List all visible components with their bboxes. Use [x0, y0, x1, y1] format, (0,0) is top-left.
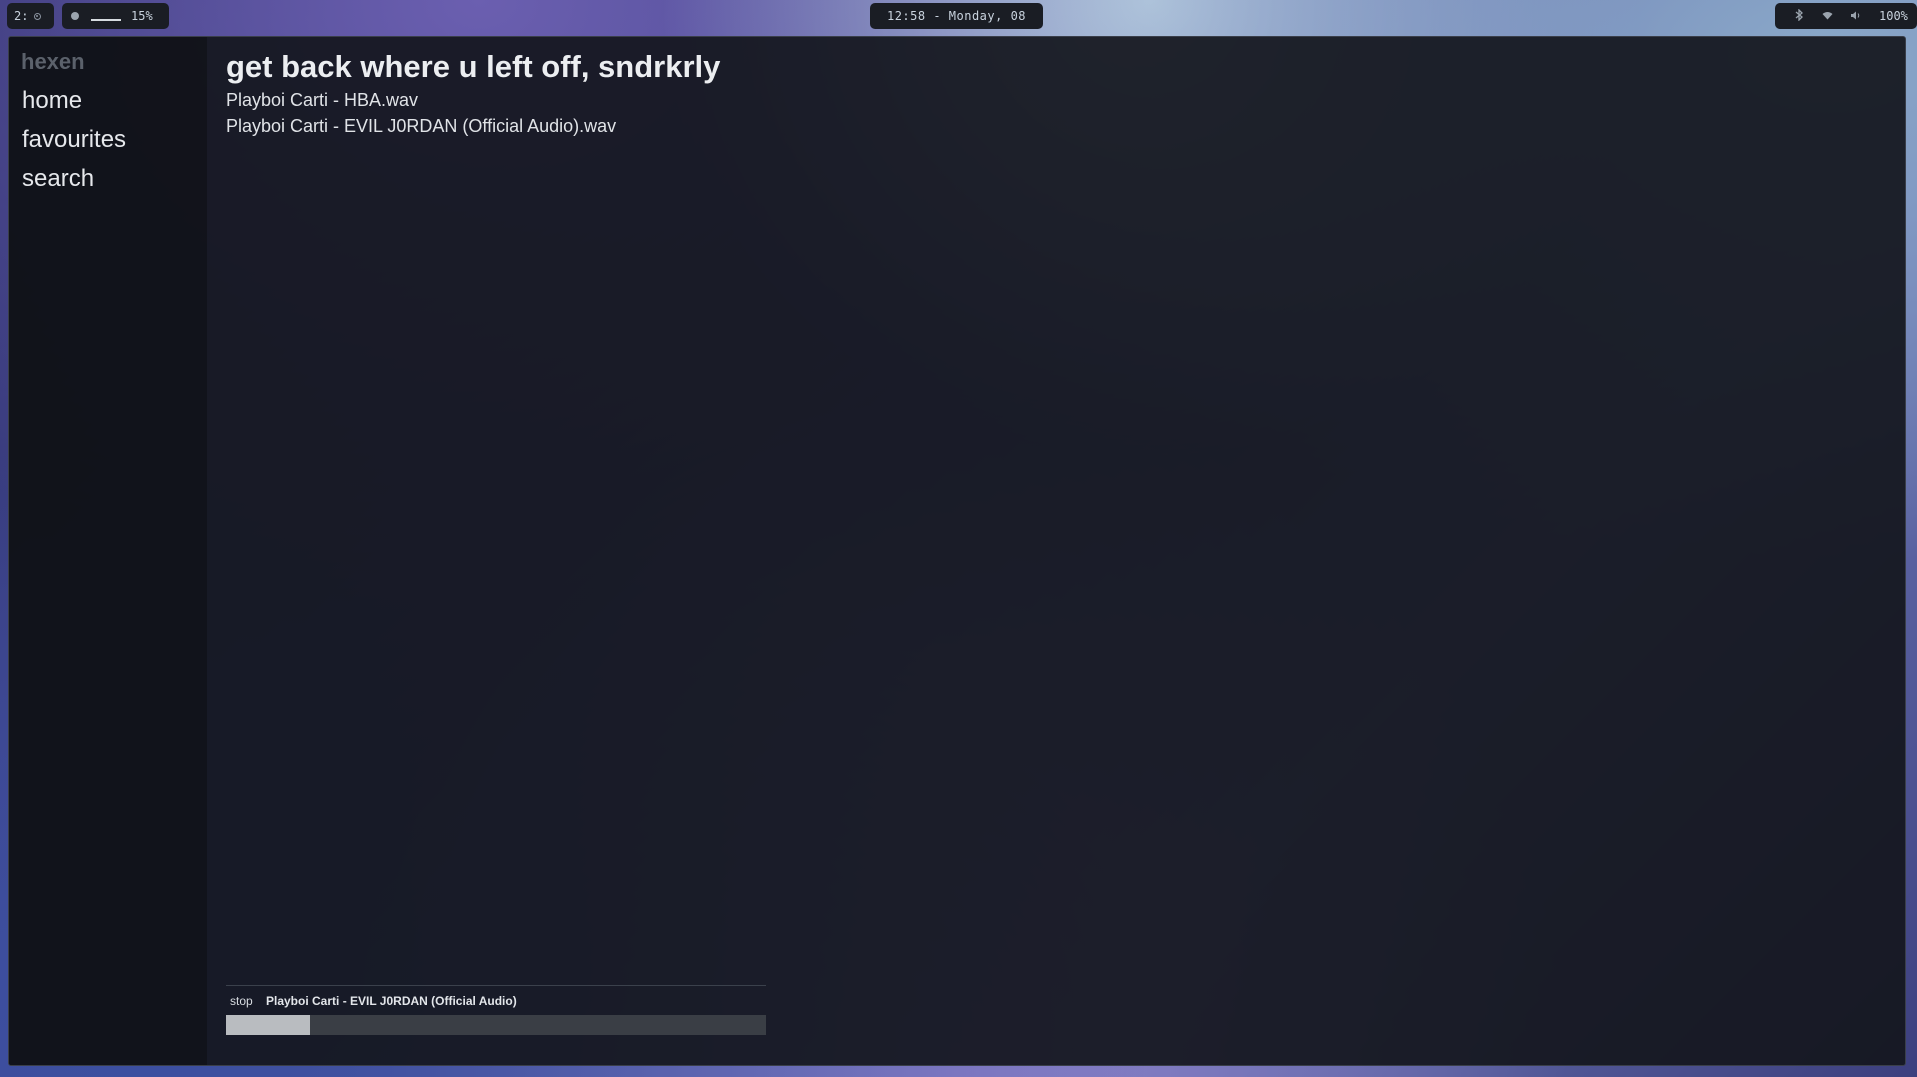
stop-button[interactable]: stop	[230, 994, 253, 1008]
app-name: hexen	[21, 49, 85, 74]
brightness-value: 15%	[131, 9, 153, 23]
workspace-indicator[interactable]: 2:	[7, 3, 54, 29]
nav-search[interactable]: search	[22, 165, 94, 193]
clock: 12:58 - Monday, 08	[870, 3, 1043, 29]
track-item[interactable]: Playboi Carti - HBA.wav	[226, 90, 418, 111]
now-playing-title: Playboi Carti - EVIL J0RDAN (Official Au…	[266, 994, 517, 1008]
wifi-icon[interactable]	[1813, 10, 1841, 23]
sidebar: hexen home favourites search	[9, 37, 207, 1065]
track-item[interactable]: Playboi Carti - EVIL J0RDAN (Official Au…	[226, 116, 616, 137]
workspace-label: 2:	[14, 9, 29, 23]
clock-text: 12:58 - Monday, 08	[886, 9, 1027, 23]
bluetooth-icon[interactable]	[1785, 7, 1813, 24]
battery-value: 100%	[1879, 9, 1908, 23]
nav-home[interactable]: home	[22, 87, 82, 115]
app-window: hexen home favourites search get back wh…	[8, 36, 1906, 1066]
top-bar: 2: 15% 12:58 - Monday, 08 100%	[0, 0, 1917, 34]
progress-bar[interactable]	[226, 1015, 766, 1035]
main-content: get back where u left off, sndrkrly Play…	[226, 37, 1905, 1065]
page-title: get back where u left off, sndrkrly	[226, 49, 721, 84]
brightness-icon	[71, 12, 79, 20]
player-bar: stop Playboi Carti - EVIL J0RDAN (Offici…	[226, 985, 766, 1035]
record-icon	[34, 12, 42, 20]
system-tray: 100%	[1775, 3, 1917, 29]
progress-fill	[226, 1015, 311, 1035]
volume-icon[interactable]	[1841, 10, 1869, 23]
nav-favourites[interactable]: favourites	[22, 126, 126, 154]
brightness-widget[interactable]: 15%	[62, 3, 169, 29]
brightness-slider[interactable]	[91, 19, 121, 21]
